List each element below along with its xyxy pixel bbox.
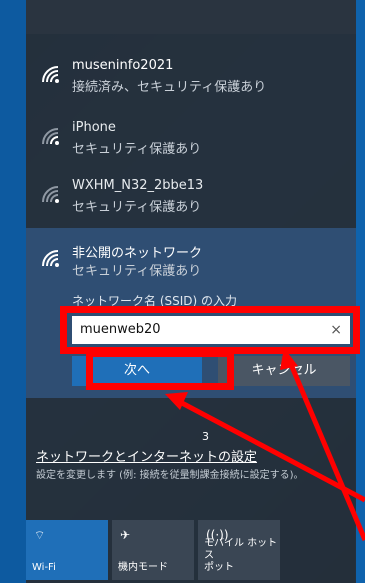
wifi-signal-icon [42, 186, 59, 203]
network-item-museninfo2021[interactable]: museninfo2021 接続済み、セキュリティ保護あり [26, 48, 356, 108]
tile-label: Wi-Fi [32, 562, 56, 573]
airplane-icon: ✈ [120, 528, 131, 542]
network-name: WXHM_N32_2bbe13 [72, 178, 204, 193]
next-button[interactable]: 次へ [72, 356, 202, 386]
tile-label: 機内モード [118, 562, 168, 573]
ssid-input-value: muenweb20 [80, 322, 161, 337]
wifi-signal-icon [42, 250, 59, 267]
network-status: セキュリティ保護あり [72, 142, 202, 157]
network-item-wxhm[interactable]: WXHM_N32_2bbe13 セキュリティ保護あり [26, 168, 356, 228]
network-flyout: museninfo2021 接続済み、セキュリティ保護あり iPhone セキュ… [26, 0, 356, 583]
network-status: セキュリティ保護あり [72, 200, 202, 215]
ssid-label: ネットワーク名 (SSID) の入力 [72, 294, 238, 308]
clear-icon[interactable]: × [330, 318, 342, 342]
hidden-network-item[interactable]: 非公開のネットワーク セキュリティ保護あり ネットワーク名 (SSID) の入力… [26, 228, 356, 398]
tile-label: モバイル ホットス ポット [204, 538, 278, 573]
step-number: 3 [202, 430, 209, 443]
quick-tile-airplane[interactable]: ✈ 機内モード [112, 520, 194, 580]
network-settings-link[interactable]: ネットワークとインターネットの設定 [36, 446, 257, 465]
wifi-signal-icon [42, 66, 59, 83]
network-status: 接続済み、セキュリティ保護あり [72, 80, 267, 95]
hidden-network-header: 非公開のネットワーク セキュリティ保護あり [26, 232, 356, 292]
flyout-top-bar [26, 0, 356, 34]
wifi-signal-icon [42, 128, 59, 145]
quick-tile-wifi[interactable]: ⌔ Wi-Fi [26, 520, 108, 580]
cancel-button[interactable]: キャンセル [218, 356, 350, 386]
ssid-input[interactable]: muenweb20 × [72, 316, 350, 344]
network-name: museninfo2021 [72, 58, 174, 73]
network-name: iPhone [72, 120, 116, 135]
network-settings-description: 設定を変更します (例: 接続を従量制課金接続に設定する)。 [36, 470, 304, 481]
wifi-icon: ⌔ [34, 528, 46, 542]
network-item-iphone[interactable]: iPhone セキュリティ保護あり [26, 110, 356, 170]
desktop-right-edge [355, 0, 365, 583]
network-status: セキュリティ保護あり [72, 264, 202, 279]
desktop-left-edge [0, 0, 26, 583]
quick-tile-hotspot[interactable]: ((·)) モバイル ホットス ポット [198, 520, 280, 580]
network-name: 非公開のネットワーク [72, 246, 203, 261]
